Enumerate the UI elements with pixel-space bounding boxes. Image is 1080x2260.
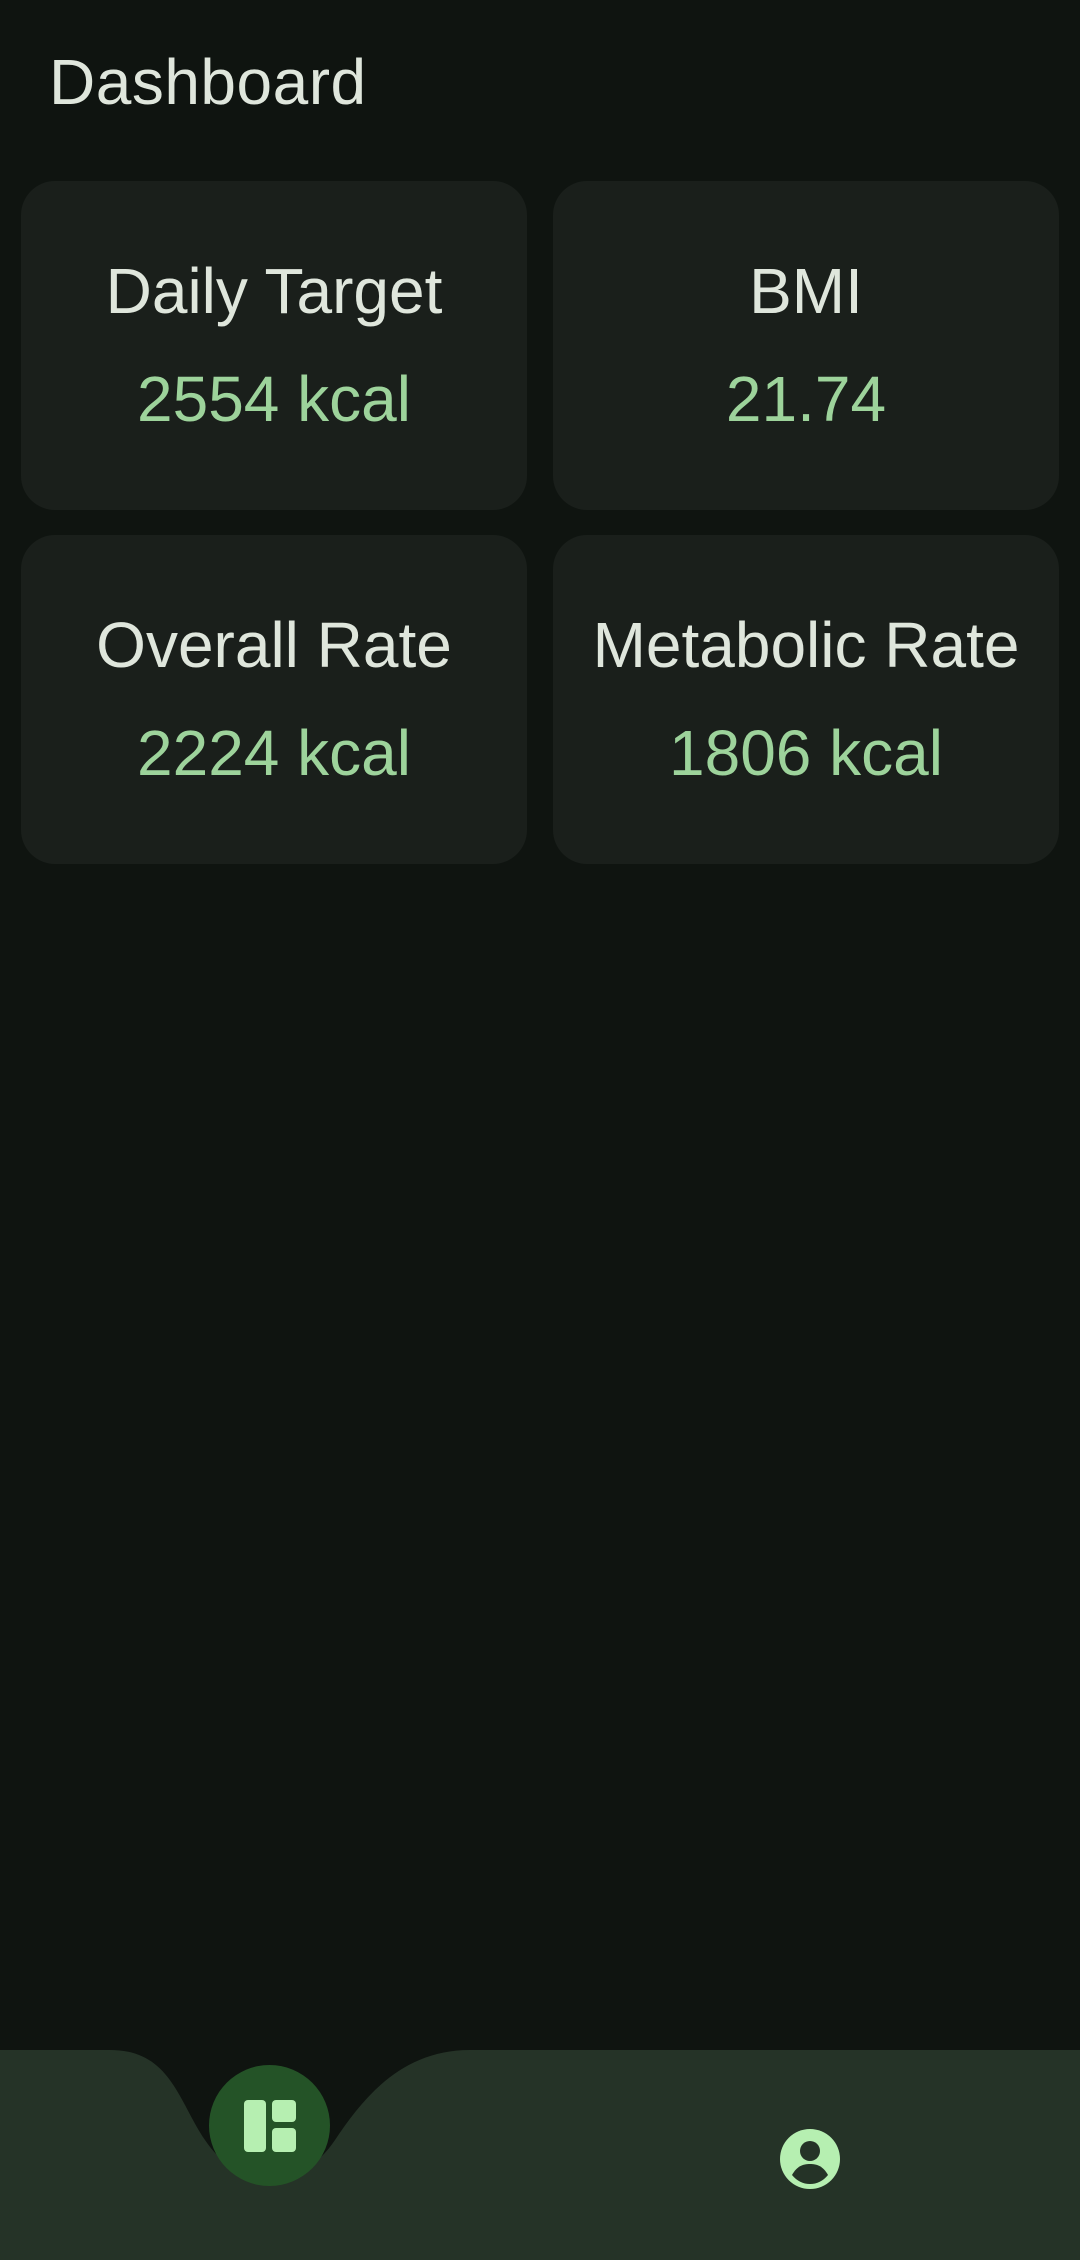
card-value: 2224 kcal: [137, 717, 411, 789]
profile-nav-button[interactable]: [771, 2120, 849, 2198]
page-title: Dashboard: [49, 46, 367, 118]
card-value: 2554 kcal: [137, 363, 411, 435]
dashboard-nav-button[interactable]: [209, 2065, 330, 2186]
nav-bar-background: [0, 2050, 1080, 2260]
card-label: Metabolic Rate: [592, 609, 1020, 681]
card-label: BMI: [749, 255, 863, 327]
stats-grid: Daily Target 2554 kcal BMI 21.74 Overall…: [21, 181, 1059, 864]
card-value: 1806 kcal: [669, 717, 943, 789]
metabolic-rate-card: Metabolic Rate 1806 kcal: [553, 535, 1059, 864]
overall-rate-card: Overall Rate 2224 kcal: [21, 535, 527, 864]
dashboard-icon: [243, 2099, 296, 2152]
bmi-card: BMI 21.74: [553, 181, 1059, 510]
card-label: Overall Rate: [96, 609, 452, 681]
bottom-navigation-bar: [0, 2050, 1080, 2260]
daily-target-card: Daily Target 2554 kcal: [21, 181, 527, 510]
card-label: Daily Target: [105, 255, 443, 327]
account-circle-icon: [780, 2129, 840, 2189]
card-value: 21.74: [725, 363, 887, 435]
